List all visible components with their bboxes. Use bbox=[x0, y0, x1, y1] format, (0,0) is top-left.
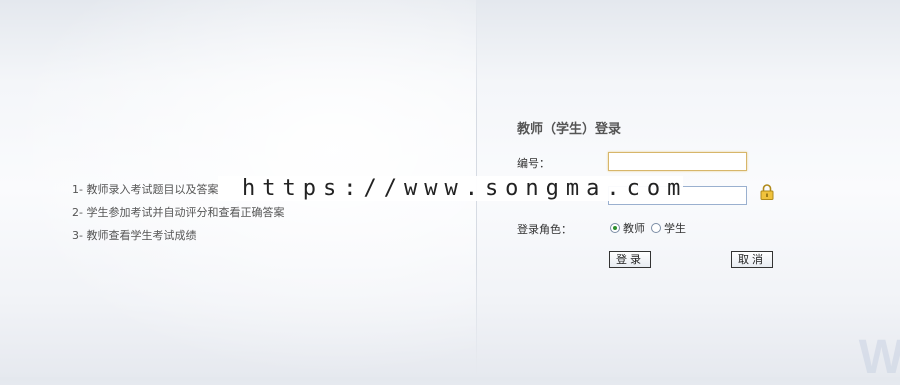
role-radio-group: 教师 学生 bbox=[610, 220, 692, 236]
cancel-button[interactable]: 取消 bbox=[731, 251, 773, 268]
role-option-teacher[interactable]: 教师 bbox=[610, 220, 645, 236]
role-student-label: 学生 bbox=[664, 222, 686, 235]
id-input[interactable] bbox=[608, 152, 747, 171]
feature-item: 3- 教师查看学生考试成绩 bbox=[72, 229, 197, 242]
login-title: 教师（学生）登录 bbox=[517, 122, 622, 137]
radio-teacher[interactable] bbox=[610, 223, 620, 233]
watermark-banner: https://www.songma.com bbox=[218, 176, 683, 201]
role-option-student[interactable]: 学生 bbox=[651, 220, 686, 236]
radio-student[interactable] bbox=[651, 223, 661, 233]
login-button[interactable]: 登录 bbox=[609, 251, 651, 268]
lock-icon bbox=[760, 184, 774, 200]
feature-item: 2- 学生参加考试并自动评分和查看正确答案 bbox=[72, 206, 285, 219]
role-label: 登录角色： bbox=[517, 223, 572, 236]
id-label: 编号： bbox=[517, 157, 550, 170]
role-teacher-label: 教师 bbox=[623, 222, 645, 235]
